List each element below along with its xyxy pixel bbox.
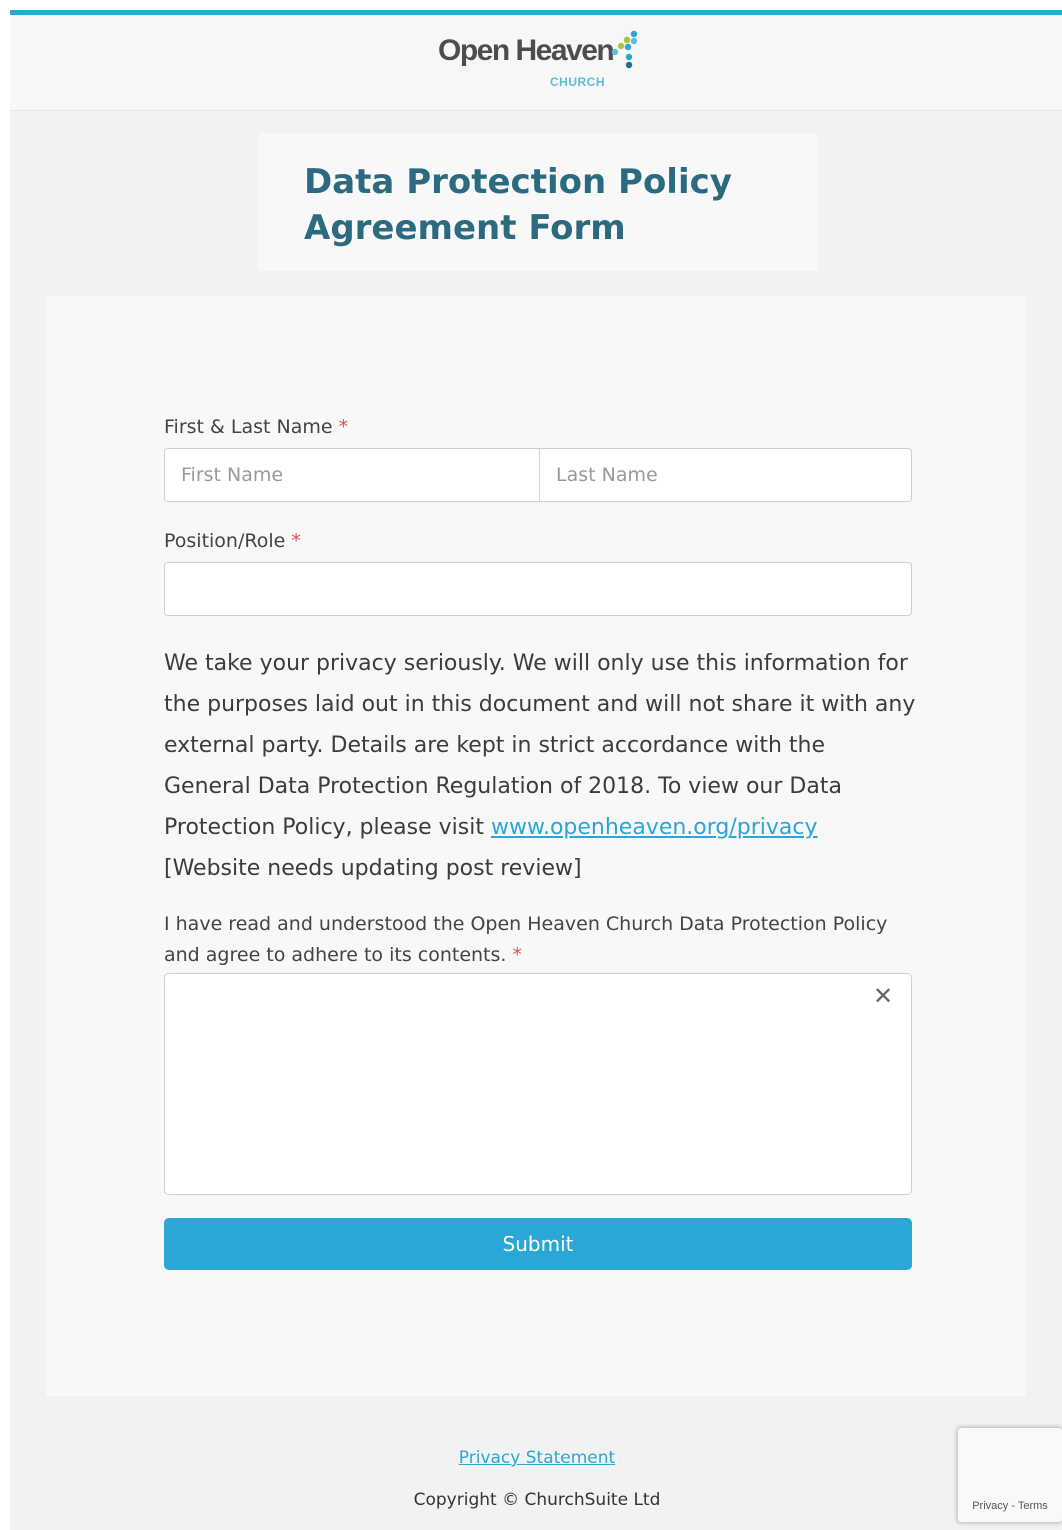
form-title-box: Data Protection Policy Agreement Form [258,133,818,271]
agreement-text: I have read and understood the Open Heav… [164,913,888,966]
required-marker: * [512,944,522,966]
privacy-notice: We take your privacy seriously. We will … [164,643,916,889]
privacy-statement-link[interactable]: Privacy Statement [0,1448,1062,1468]
name-label-row: First & Last Name * [164,416,348,438]
recaptcha-terms-link[interactable]: Terms [1018,1500,1048,1512]
privacy-notice-note: [Website needs updating post review] [164,856,582,881]
page-title: Data Protection Policy Agreement Form [304,162,732,248]
role-label: Position/Role [164,530,286,552]
first-name-input[interactable] [165,449,539,501]
logo-text: Open Heaven [438,34,615,67]
recaptcha-separator: - [1008,1500,1018,1512]
role-label-row: Position/Role * [164,530,301,552]
privacy-notice-text: We take your privacy seriously. We will … [164,651,916,840]
required-marker: * [338,416,349,438]
recaptcha-badge[interactable]: Privacy - Terms [958,1428,1062,1522]
signature-pad[interactable]: ✕ [164,973,912,1195]
recaptcha-privacy-link[interactable]: Privacy [972,1500,1008,1512]
logo-dots-icon [611,30,638,69]
submit-button[interactable]: Submit [164,1218,912,1270]
name-label: First & Last Name [164,416,333,438]
name-input-group [164,448,912,502]
logo-subtext: CHURCH [550,75,605,89]
position-role-input[interactable] [164,562,912,616]
privacy-policy-link[interactable]: www.openheaven.org/privacy [491,815,818,840]
close-icon[interactable]: ✕ [871,984,895,1008]
open-heaven-logo[interactable]: Open Heaven CHURCH [438,30,638,94]
agreement-label: I have read and understood the Open Heav… [164,909,914,971]
recaptcha-links: Privacy - Terms [958,1500,1062,1512]
required-marker: * [291,530,301,552]
copyright-text: Copyright © ChurchSuite Ltd [413,1490,661,1510]
last-name-input[interactable] [540,449,911,501]
